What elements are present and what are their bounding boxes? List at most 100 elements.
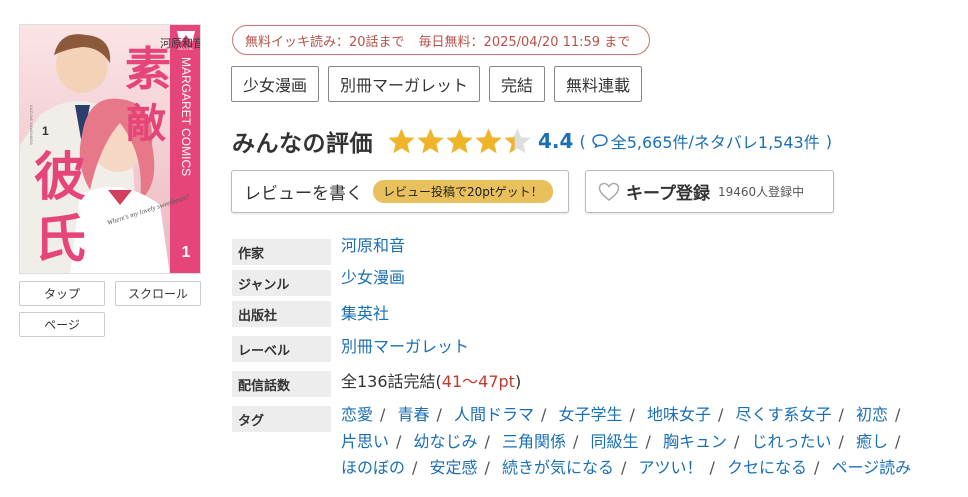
tag-link[interactable]: クセになる [727,458,807,477]
rating-title: みんなの評価 [232,131,373,157]
info-label-tags: タグ [232,406,331,432]
keep-button[interactable]: キープ登録 19460人登録中 [585,170,834,213]
cover-author-text: 河原和音 [160,36,201,50]
label-link[interactable]: 別冊マーガレット [341,335,469,359]
tag-separator: / [484,458,490,477]
info-label-genre: ジャンル [232,270,331,296]
episodes-close-paren: ) [514,372,522,391]
episodes-value: 全136話完結(41〜47pt) [341,370,521,394]
episodes-price: 41〜47pt [441,372,515,391]
cover-volume-band: 1 [182,244,191,261]
heart-icon [598,182,620,201]
genre-tag-bessatsu-margaret[interactable]: 別冊マーガレット [328,66,481,102]
tag-separator: / [838,431,844,451]
genre-tags: 少女漫画 別冊マーガレット 完結 無料連載 [231,66,651,102]
info-label-author: 作家 [232,239,331,265]
page-view-button[interactable]: ページ [19,312,105,337]
info-label-publisher: 出版社 [232,301,331,327]
tag-separator: / [484,431,490,451]
keep-count: 19460人登録中 [717,185,805,199]
cover-title-2: 敵 [126,100,166,147]
cover-art: DIGITAL MARGARET COMICS 1 素 敵 彼 氏 河原和音 1… [20,25,201,273]
info-row-publisher: 出版社 集英社 [232,301,389,327]
free-ikki-text: 無料イッキ読み：20話まで [245,34,405,50]
rating-total-link[interactable]: 全5,665件 [611,129,689,153]
info-label-label: レーベル [232,336,331,362]
rating-counts: ( 全5,665件 / ネタバレ1,543件 ) [579,129,832,153]
write-review-label: レビューを書く [244,184,363,204]
tag-link[interactable]: 初恋 [856,405,888,424]
tag-separator: / [380,405,386,424]
tag-link[interactable]: 女子学生 [559,405,623,424]
info-row-author: 作家 河原和音 [232,236,405,265]
tag-link[interactable]: 幼なじみ [414,432,478,451]
rating-value: 4.4 [538,129,574,153]
cover-image[interactable]: DIGITAL MARGARET COMICS 1 素 敵 彼 氏 河原和音 1… [19,24,201,274]
cover-volume-number: 1 [42,124,49,138]
tag-link[interactable]: 同級生 [591,432,639,451]
tag-link[interactable]: 恋愛 [341,405,373,424]
tag-link[interactable]: じれったい [752,432,832,451]
tag-separator: / [541,405,547,424]
tag-separator: / [412,458,418,477]
rating-star-icon [504,128,531,154]
cover-title-1: 素 [125,42,171,96]
tag-separator: / [895,431,901,451]
cover-title-4: 氏 [34,209,86,270]
write-review-button[interactable]: レビューを書く レビュー投稿で20ptゲット！ [231,170,569,213]
tag-link[interactable]: 安定感 [430,458,478,477]
tag-link[interactable]: 人間ドラマ [454,405,534,424]
rating-star-icon [417,128,444,154]
tag-separator: / [895,405,901,424]
tag-link[interactable]: 胸キュン [663,432,727,451]
genre-tag-shoujo[interactable]: 少女漫画 [231,66,320,102]
info-label-episodes: 配信話数 [232,371,331,397]
tag-link[interactable]: ページ読み [832,458,912,477]
rating-star-icon [475,128,502,154]
tag-link[interactable]: ほのぼの [341,458,405,477]
tag-link[interactable]: 青春 [398,405,430,424]
tag-separator: / [436,405,442,424]
tag-link[interactable]: アツい！ [639,458,703,477]
tag-link[interactable]: 癒し [856,432,888,451]
rating-star-icon [446,128,473,154]
tag-link[interactable]: 尽くす系女子 [736,405,832,424]
genre-tag-free-serial[interactable]: 無料連載 [554,66,643,102]
tag-separator: / [573,431,579,451]
tag-separator: / [621,458,627,477]
scroll-view-button[interactable]: スクロール [115,281,201,306]
info-row-label: レーベル 別冊マーガレット [232,336,469,362]
genre-link[interactable]: 少女漫画 [341,266,405,290]
rating-close-paren: ) [825,131,832,151]
cover-romaji: KAZUNE KAWAHARA [29,105,34,145]
tag-link[interactable]: 片思い [341,432,389,451]
tag-separator: / [814,458,820,477]
tag-link[interactable]: 続きが気になる [502,458,614,477]
info-row-episodes: 配信話数 全136話完結(41〜47pt) [232,371,521,397]
publisher-link[interactable]: 集英社 [341,302,389,326]
tap-view-button[interactable]: タップ [19,281,105,306]
rating-spoiler-link[interactable]: ネタバレ1,543件 [694,129,820,153]
tag-link[interactable]: 地味女子 [647,405,711,424]
tag-separator: / [645,431,651,451]
rating-section: みんなの評価 4.4 ( 全5,665件 / ネタバレ1,543件 ) [232,124,832,158]
tag-separator: / [734,431,740,451]
free-reading-badge: 無料イッキ読み：20話まで 毎日無料：2025/04/20 11:59 まで [232,25,650,55]
comment-bubble-icon [591,134,608,148]
tag-link[interactable]: 三角関係 [502,432,566,451]
tag-separator: / [396,431,402,451]
keep-label: キープ登録 [626,184,710,204]
tag-separator: / [629,405,635,424]
rating-open-paren: ( [579,131,586,151]
info-row-tags: タグ [232,406,331,432]
rating-star-icon [388,128,415,154]
tag-separator: / [718,405,724,424]
info-row-genre: ジャンル 少女漫画 [232,268,405,296]
cover-label-text: MARGARET COMICS [179,57,193,176]
tag-separator: / [709,458,715,477]
episodes-count: 全136話完結 [341,372,436,391]
genre-tag-completed[interactable]: 完結 [489,66,546,102]
author-link[interactable]: 河原和音 [341,234,405,258]
tag-separator: / [838,405,844,424]
rating-stars [387,127,532,155]
